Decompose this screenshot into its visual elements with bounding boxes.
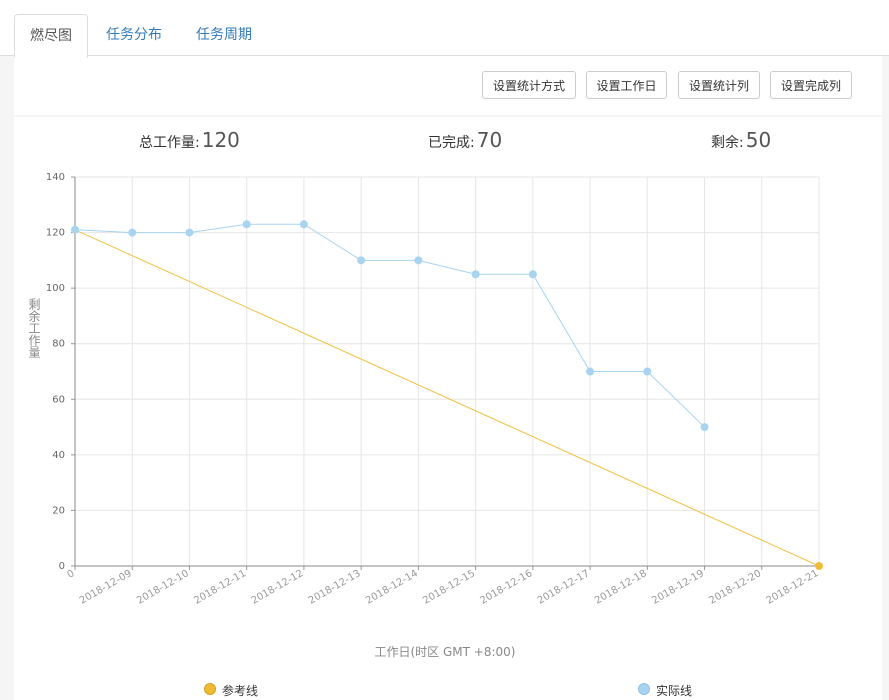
reference-legend-label: 参考线 — [222, 684, 259, 698]
x-tick-label: 2018-12-20 — [707, 568, 763, 607]
y-tick-label: 120 — [46, 228, 65, 239]
y-axis-title: 剩余工作量 — [27, 298, 41, 358]
tab-burndown[interactable]: 燃尽图 — [14, 14, 88, 58]
x-tick-label: 2018-12-13 — [307, 568, 363, 607]
x-tick-label: 2018-12-09 — [78, 568, 134, 607]
actual-line-point — [414, 256, 423, 265]
x-tick-label: 2018-12-15 — [421, 568, 477, 607]
y-tick-label: 60 — [52, 394, 65, 405]
actual-line-point — [299, 220, 308, 229]
x-tick-label: 2018-12-10 — [135, 568, 191, 607]
actual-line-point — [185, 228, 194, 237]
actual-line-point — [586, 367, 595, 376]
burndown-chart: 0204060801001201400 2018-12-09 2018-12-10 2… — [27, 172, 823, 659]
x-axis-title: 工作日(时区 GMT +8:00) — [375, 645, 516, 659]
actual-line-point — [242, 220, 251, 229]
actual-legend-dot — [638, 683, 650, 695]
x-tick-label: 2018-12-18 — [593, 568, 649, 607]
actual-line — [74, 223, 705, 428]
x-tick-label: 2018-12-16 — [479, 568, 535, 607]
actual-line-point — [528, 270, 537, 279]
actual-line-point — [471, 270, 480, 279]
y-tick-label: 0 — [59, 561, 65, 572]
actual-line-point — [700, 423, 709, 432]
y-tick-label: 80 — [52, 339, 65, 350]
actual-line-point — [643, 367, 652, 376]
x-tick-label: 2018-12-21 — [765, 568, 821, 607]
y-tick-label: 40 — [52, 450, 65, 461]
x-tick-label: 2018-12-19 — [650, 568, 706, 607]
y-tick-label: 20 — [52, 505, 65, 516]
x-tick-label: 2018-12-17 — [536, 568, 592, 607]
y-tick-label: 140 — [46, 172, 65, 183]
y-tick-label: 100 — [46, 283, 65, 294]
x-tick-label: 2018-12-11 — [192, 568, 248, 607]
x-tick-label: 2018-12-12 — [250, 568, 306, 607]
actual-line-point — [357, 256, 366, 265]
actual-legend-label: 实际线 — [656, 684, 693, 698]
actual-line-point — [71, 225, 79, 234]
actual-line-point — [128, 228, 137, 237]
reference-line — [74, 229, 820, 567]
reference-legend-dot — [204, 683, 216, 695]
x-tick-label: 2018-12-14 — [364, 568, 420, 607]
reference-line-point — [815, 562, 823, 570]
